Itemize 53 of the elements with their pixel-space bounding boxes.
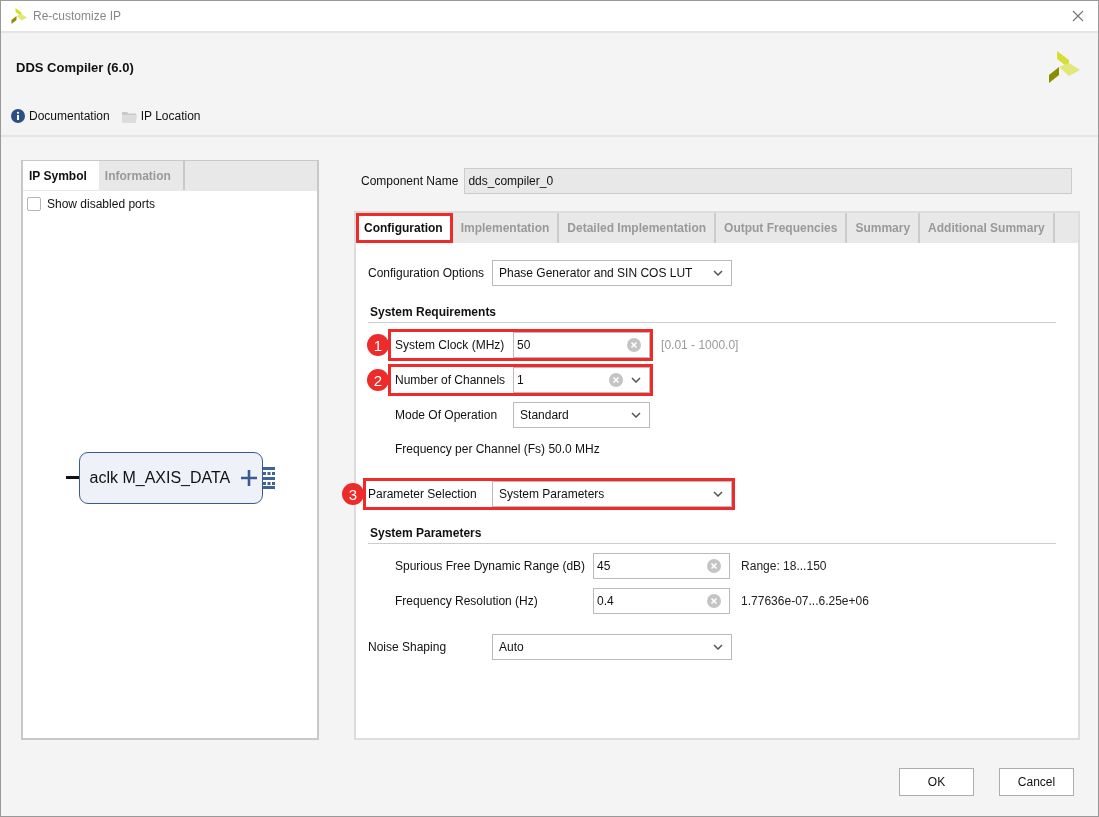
- info-icon: [11, 109, 25, 123]
- dropdown[interactable]: System Parameters: [492, 481, 732, 507]
- text-field[interactable]: 45: [593, 553, 731, 579]
- field-label: Spurious Free Dynamic Range (dB): [395, 559, 586, 573]
- checkbox-label[interactable]: Show disabled ports: [47, 197, 156, 211]
- text-field[interactable]: 50: [513, 332, 651, 358]
- clear-icon[interactable]: [627, 338, 642, 352]
- field-label: Component Name: [361, 174, 459, 188]
- section-heading: System Requirements: [368, 305, 1056, 323]
- link[interactable]: Documentation: [11, 109, 110, 123]
- dialog-button[interactable]: OK: [899, 768, 974, 796]
- tab[interactable]: Configuration: [356, 213, 453, 243]
- annotation-marker: 2: [367, 369, 389, 391]
- dropdown[interactable]: Standard: [513, 402, 651, 428]
- annotation-marker: 1: [367, 334, 389, 356]
- field-label: Configuration Options: [368, 266, 486, 280]
- field-label: Mode Of Operation: [395, 408, 499, 422]
- tab[interactable]: IP Symbol: [23, 161, 99, 190]
- folder-icon: [121, 109, 137, 123]
- field-label: System Clock (MHz): [395, 338, 506, 352]
- dialog-title: DDS Compiler (6.0): [16, 59, 134, 75]
- field-label: Parameter Selection: [368, 487, 478, 501]
- clear-icon[interactable]: [609, 373, 624, 387]
- chevron-down-icon: [713, 644, 723, 650]
- field-label: Noise Shaping: [368, 640, 448, 654]
- annotation-marker: 3: [342, 483, 364, 505]
- section-heading: System Parameters: [368, 526, 1056, 544]
- close-icon[interactable]: [1072, 10, 1084, 22]
- clear-icon[interactable]: [707, 594, 722, 608]
- field-label: Number of Channels: [395, 373, 506, 387]
- dropdown[interactable]: Auto: [492, 634, 732, 660]
- clear-icon[interactable]: [707, 559, 722, 573]
- text-field[interactable]: 0.4: [593, 588, 731, 614]
- link[interactable]: IP Location: [121, 109, 201, 123]
- text-field[interactable]: dds_compiler_0: [464, 168, 1072, 194]
- app-logo: [11, 8, 27, 24]
- window-title: Re-customize IP: [33, 9, 122, 23]
- range-hint: 1.77636e-07...6.25e+06: [741, 594, 869, 608]
- dropdown[interactable]: Phase Generator and SIN COS LUT: [492, 260, 732, 286]
- info-text: Frequency per Channel (Fs) 50.0 MHz: [394, 441, 601, 458]
- range-hint: Range: 18...150: [741, 559, 828, 573]
- range-hint: [0.01 - 1000.0]: [661, 338, 739, 352]
- checkbox[interactable]: [27, 197, 41, 211]
- dialog-button[interactable]: Cancel: [999, 768, 1074, 796]
- field-label: Frequency Resolution (Hz): [395, 594, 539, 608]
- combo-box[interactable]: 1: [513, 367, 651, 393]
- chevron-down-icon: [713, 491, 723, 497]
- chevron-down-icon: [631, 377, 642, 383]
- xilinx-logo: [1048, 51, 1080, 83]
- port-labels: aclk M_AXIS_DATA: [89, 468, 231, 487]
- chevron-down-icon: [631, 412, 642, 418]
- plus-icon[interactable]: [239, 468, 258, 487]
- chevron-down-icon: [713, 270, 723, 276]
